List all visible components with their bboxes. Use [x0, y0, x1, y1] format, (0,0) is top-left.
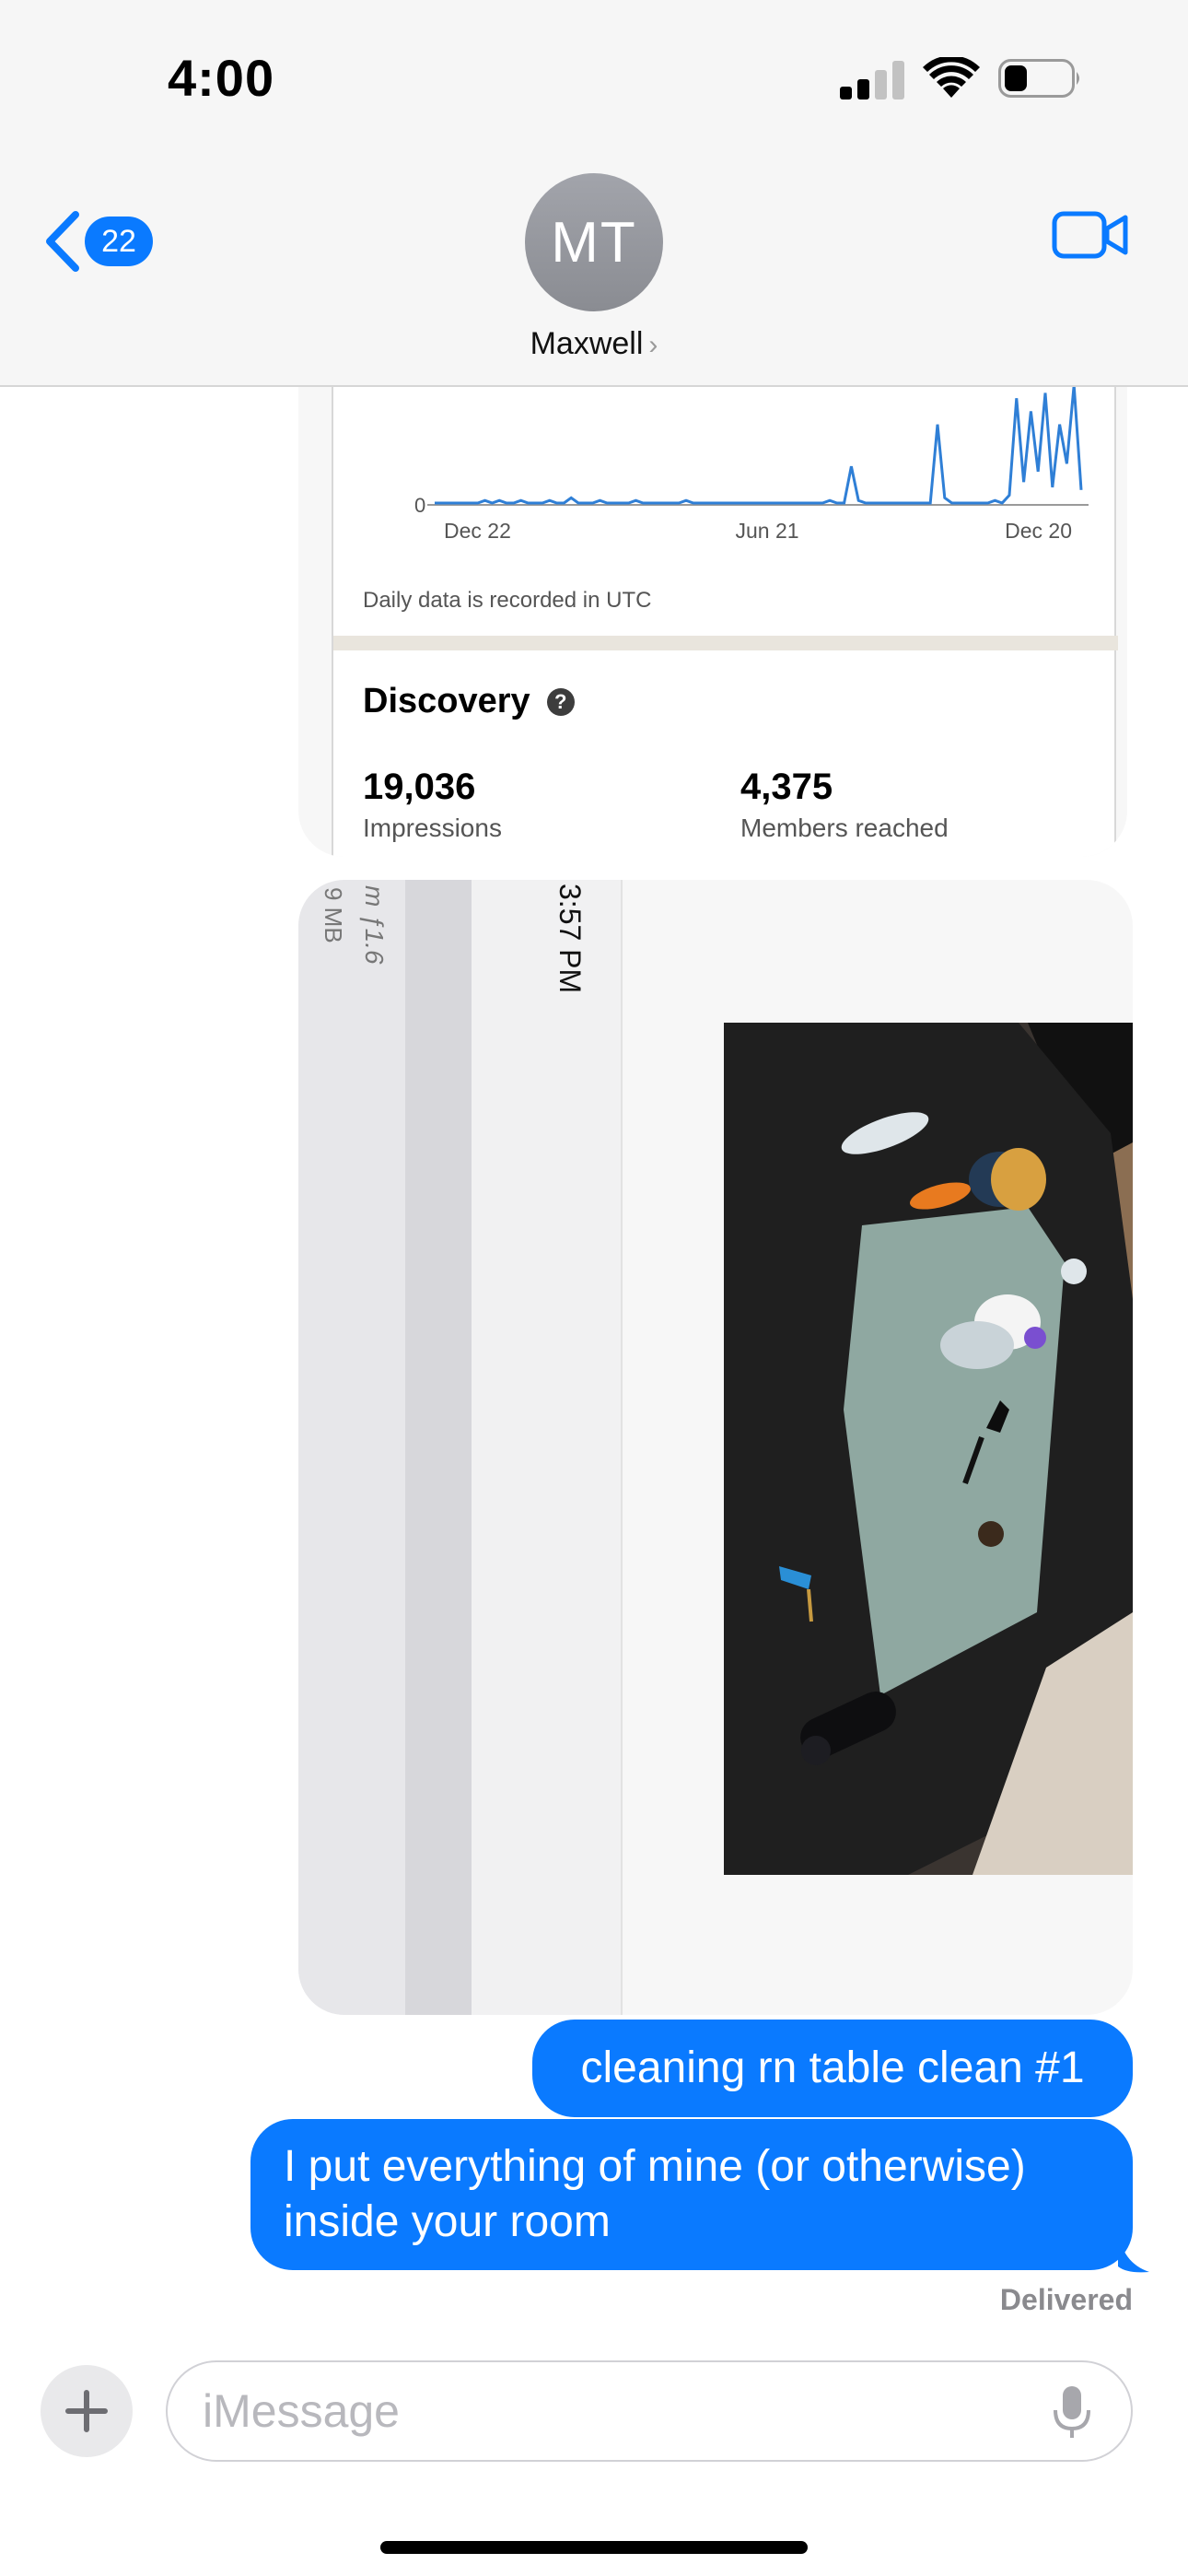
section-title-label: Discovery	[363, 682, 530, 720]
metric-label: Members reached	[740, 814, 949, 842]
metric-value: 19,036	[363, 767, 476, 807]
metric-label: Impressions	[363, 814, 502, 842]
photo-info-panel	[298, 880, 405, 2015]
unread-count-badge: 22	[85, 217, 153, 266]
table-photo[interactable]	[724, 1023, 1133, 1875]
photo-timestamp: 3:57 PM	[553, 884, 587, 994]
message-input[interactable]	[166, 2360, 1133, 2462]
divider	[333, 636, 1118, 650]
chevron-right-icon: ›	[648, 330, 658, 360]
avatar[interactable]: MT	[525, 173, 663, 311]
line-chart: 0 Dec 22 Jun 21 Dec 20	[414, 387, 1089, 543]
wifi-icon	[923, 57, 980, 98]
cellular-signal-icon	[840, 61, 904, 100]
photo-message[interactable]: m ƒ1.6 9 MB 3:57 PM	[298, 880, 1133, 2015]
delivery-status: Delivered	[999, 2283, 1133, 2316]
x-tick-label: Jun 21	[735, 519, 798, 543]
metric-value: 4,375	[740, 767, 833, 807]
bubble-tail	[1118, 2230, 1149, 2273]
x-tick-label: Dec 22	[444, 519, 511, 543]
x-tick-label: Dec 20	[1005, 519, 1072, 543]
y-tick-label: 0	[414, 494, 425, 517]
contact-name-label: Maxwell	[530, 326, 644, 361]
conversation-header: 22 MT Maxwell ›	[0, 147, 1188, 387]
plus-icon	[65, 2390, 108, 2432]
photo-info-divider	[405, 880, 472, 2015]
photo-aperture: m ƒ1.6	[360, 885, 389, 965]
home-indicator	[380, 2541, 808, 2554]
battery-icon	[998, 59, 1079, 98]
section-title: Discovery ?	[363, 682, 575, 721]
chart-note: Daily data is recorded in UTC	[363, 588, 652, 613]
photo-file-size: 9 MB	[320, 887, 347, 943]
metric-impressions: 19,036 Impressions	[363, 767, 502, 843]
chart-screenshot-message[interactable]: 0 Dec 22 Jun 21 Dec 20 Daily data is record…	[298, 387, 1127, 857]
back-button[interactable]: 22	[41, 205, 160, 278]
photo-header	[472, 880, 623, 2015]
status-time: 4:00	[168, 49, 275, 107]
status-bar: 4:00	[0, 0, 1188, 147]
chevron-left-icon	[46, 211, 79, 272]
metric-members-reached: 4,375 Members reached	[740, 767, 949, 843]
chart-screenshot: 0 Dec 22 Jun 21 Dec 20 Daily data is record…	[332, 387, 1118, 857]
contact-name[interactable]: Maxwell ›	[0, 326, 1188, 362]
sent-message[interactable]: I put everything of mine (or otherwise) …	[250, 2119, 1133, 2270]
sent-message[interactable]: cleaning rn table clean #1	[532, 2020, 1133, 2117]
series-line	[435, 387, 1083, 505]
microphone-icon[interactable]	[1052, 2384, 1092, 2441]
help-icon: ?	[546, 687, 575, 716]
add-attachment-button[interactable]	[41, 2365, 133, 2457]
video-camera-icon[interactable]	[1052, 206, 1129, 263]
